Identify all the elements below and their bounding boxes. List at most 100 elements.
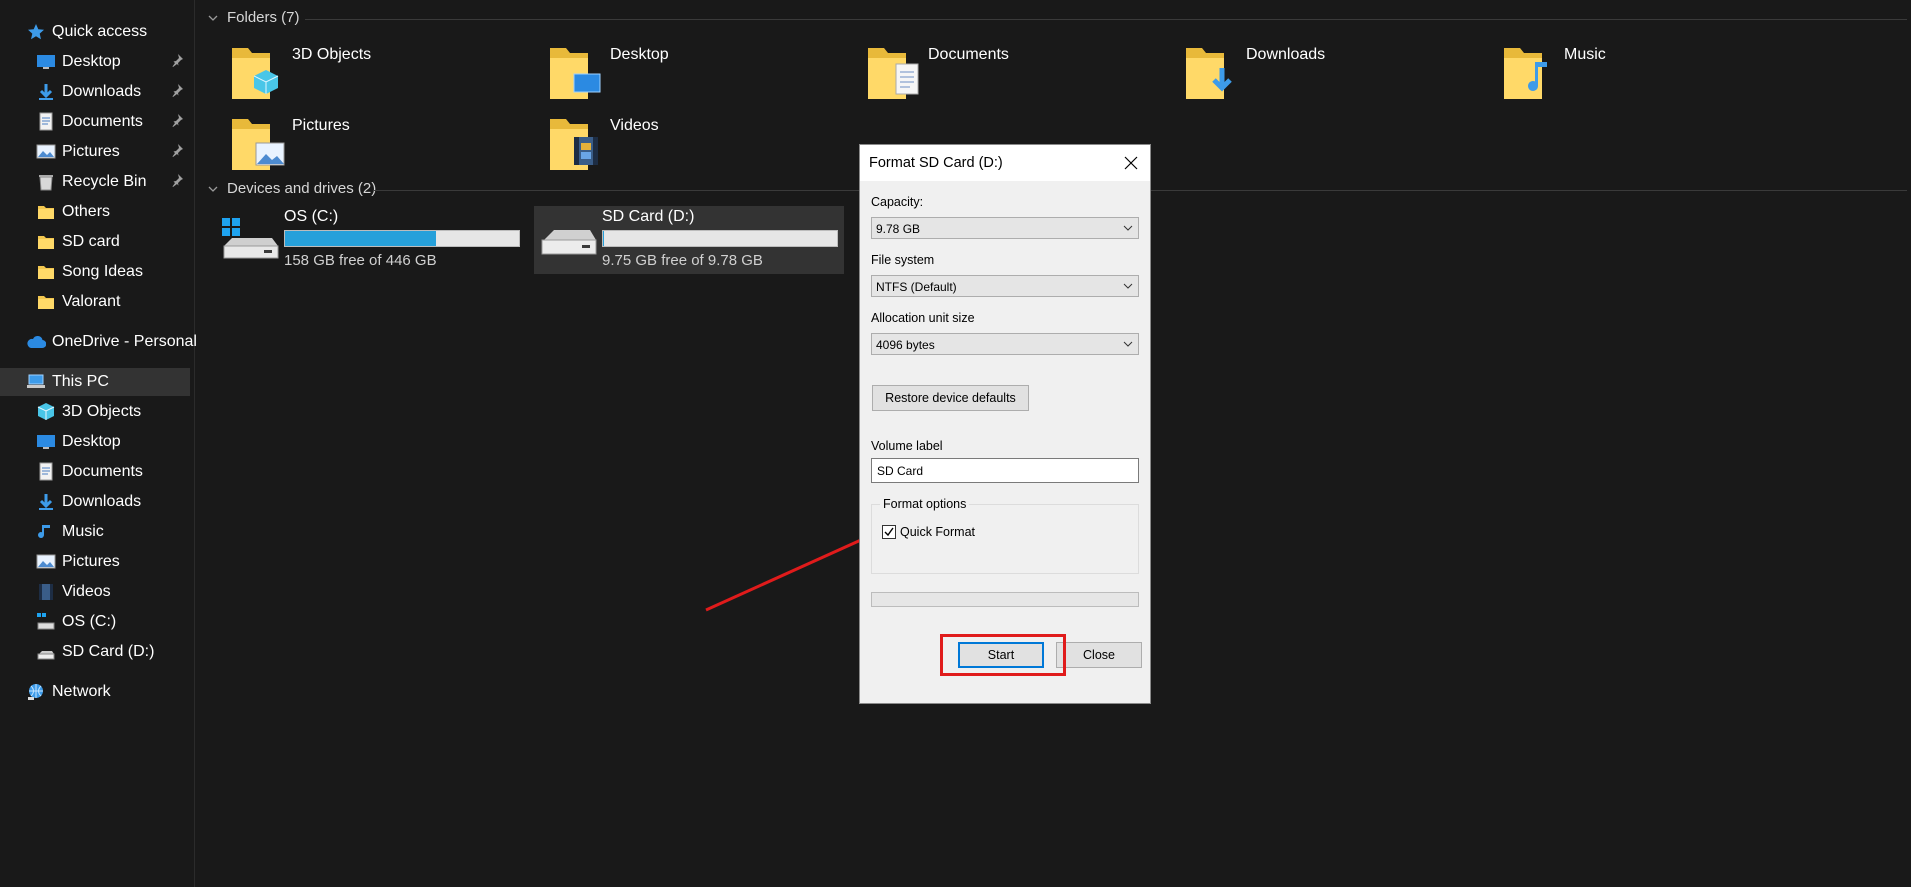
this-pc-item[interactable]: OS (C:)	[36, 608, 190, 636]
recycle-bin-icon	[36, 172, 56, 192]
this-pc-item[interactable]: Videos	[36, 578, 190, 606]
sd-drive-icon	[36, 642, 56, 662]
drive-os-c[interactable]: OS (C:) 158 GB free of 446 GB	[216, 206, 526, 274]
downloads-icon	[36, 82, 56, 102]
filesystem-value: NTFS (Default)	[876, 280, 957, 294]
drive-usage-bar	[284, 230, 520, 247]
videos-folder-icon	[550, 119, 598, 170]
folder-tile[interactable]: Desktop	[548, 42, 848, 106]
this-pc-item[interactable]: Desktop	[36, 428, 190, 456]
folders-header-label: Folders (7)	[227, 9, 300, 26]
folder-label: Downloads	[1246, 46, 1326, 63]
quick-access-item[interactable]: Recycle Bin	[36, 168, 190, 196]
close-icon	[1124, 156, 1138, 170]
folder-label: Documents	[928, 46, 1009, 63]
nav-label: Documents	[62, 463, 143, 480]
nav-label: This PC	[52, 373, 109, 390]
quick-access-item[interactable]: Pictures	[36, 138, 190, 166]
nav-label: Others	[62, 203, 111, 220]
folder-label: Music	[1564, 46, 1606, 63]
nav-label: Network	[52, 683, 111, 700]
folder-label: Videos	[610, 117, 659, 134]
drives-group-header[interactable]: Devices and drives (2)	[207, 180, 376, 197]
nav-label: Music	[62, 523, 104, 540]
chevron-down-icon	[1123, 341, 1133, 347]
dialog-close-button[interactable]	[1118, 151, 1144, 175]
drive-name: OS (C:)	[284, 208, 339, 225]
folder-icon	[36, 202, 56, 222]
quick-access-item[interactable]: Others	[36, 198, 190, 226]
filesystem-select[interactable]: NTFS (Default)	[871, 275, 1139, 297]
folder-label: 3D Objects	[292, 46, 372, 63]
quick-access-item[interactable]: Desktop	[36, 48, 190, 76]
quick-format-checkbox[interactable]	[882, 525, 896, 539]
capacity-value: 9.78 GB	[876, 222, 921, 236]
allocation-select[interactable]: 4096 bytes	[871, 333, 1139, 355]
star-icon	[26, 22, 46, 42]
nav-label: Pictures	[62, 143, 120, 160]
desktop-folder-icon	[550, 48, 601, 99]
restore-defaults-button[interactable]: Restore device defaults	[872, 385, 1029, 411]
this-pc-item[interactable]: SD Card (D:)	[36, 638, 190, 666]
quick-access-item[interactable]: Valorant	[36, 288, 190, 316]
capacity-label: Capacity:	[871, 195, 924, 209]
downloads-folder-icon	[1186, 48, 1232, 99]
quick-access-item[interactable]: Song Ideas	[36, 258, 190, 286]
pictures-icon	[36, 552, 56, 572]
this-pc-item[interactable]: 3D Objects	[36, 398, 190, 426]
drive-sd-card-d[interactable]: SD Card (D:) 9.75 GB free of 9.78 GB	[534, 206, 844, 274]
folder-tile[interactable]: Videos	[548, 113, 848, 177]
quick-access-item[interactable]: SD card	[36, 228, 190, 256]
folder-label: Desktop	[610, 46, 669, 63]
drive-free-space: 158 GB free of 446 GB	[284, 252, 437, 269]
removable-drive-icon	[541, 230, 597, 255]
this-pc-item[interactable]: Documents	[36, 458, 190, 486]
filesystem-label: File system	[871, 253, 935, 267]
folder-icon	[36, 232, 56, 252]
3d-objects-icon	[36, 402, 56, 422]
folder-tile[interactable]: Documents	[866, 42, 1166, 106]
quick-access-item[interactable]: Documents	[36, 108, 190, 136]
navigation-pane: Quick access Desktop Downloads Documents Pi…	[0, 0, 197, 887]
nav-label: Quick access	[52, 23, 148, 40]
folder-label: Pictures	[292, 117, 350, 134]
this-pc-item[interactable]: Pictures	[36, 548, 190, 576]
nav-onedrive[interactable]: OneDrive - Personal	[26, 328, 216, 356]
this-pc-item[interactable]: Music	[36, 518, 190, 546]
documents-icon	[36, 112, 56, 132]
folder-tile[interactable]: Pictures	[230, 113, 530, 177]
folder-icon	[36, 262, 56, 282]
nav-label: Documents	[62, 113, 143, 130]
quick-format-label: Quick Format	[900, 525, 976, 539]
nav-label: Song Ideas	[62, 263, 143, 280]
this-pc-item[interactable]: Downloads	[36, 488, 190, 516]
allocation-label: Allocation unit size	[871, 311, 975, 325]
folder-tile[interactable]: 3D Objects	[230, 42, 530, 106]
nav-quick-access[interactable]: Quick access	[26, 18, 216, 46]
nav-this-pc[interactable]: This PC	[0, 368, 190, 396]
volume-label-value: SD Card	[877, 464, 924, 478]
pin-icon	[170, 113, 186, 129]
os-drive-icon	[36, 612, 56, 632]
folders-group-header[interactable]: Folders (7)	[207, 9, 300, 26]
nav-label: OneDrive - Personal	[52, 333, 197, 350]
folder-tile[interactable]: Downloads	[1184, 42, 1484, 106]
close-button[interactable]: Close	[1056, 642, 1142, 668]
chevron-down-icon	[1123, 225, 1133, 231]
quick-access-item[interactable]: Downloads	[36, 78, 190, 106]
nav-network[interactable]: Network	[26, 678, 216, 706]
nav-label: Downloads	[62, 493, 142, 510]
nav-label: Downloads	[62, 83, 142, 100]
capacity-select[interactable]: 9.78 GB	[871, 217, 1139, 239]
start-button-highlight	[940, 634, 1066, 676]
drive-free-space: 9.75 GB free of 9.78 GB	[602, 252, 763, 269]
pictures-folder-icon	[232, 119, 285, 170]
chevron-down-icon	[1123, 283, 1133, 289]
volume-label-input[interactable]: SD Card	[871, 458, 1139, 483]
drive-usage-bar	[602, 230, 838, 247]
chevron-down-icon	[208, 15, 218, 21]
dialog-titlebar[interactable]: Format SD Card (D:)	[860, 145, 1150, 181]
folder-tile[interactable]: Music	[1502, 42, 1802, 106]
nav-label: Desktop	[62, 53, 121, 70]
music-icon	[36, 522, 56, 542]
